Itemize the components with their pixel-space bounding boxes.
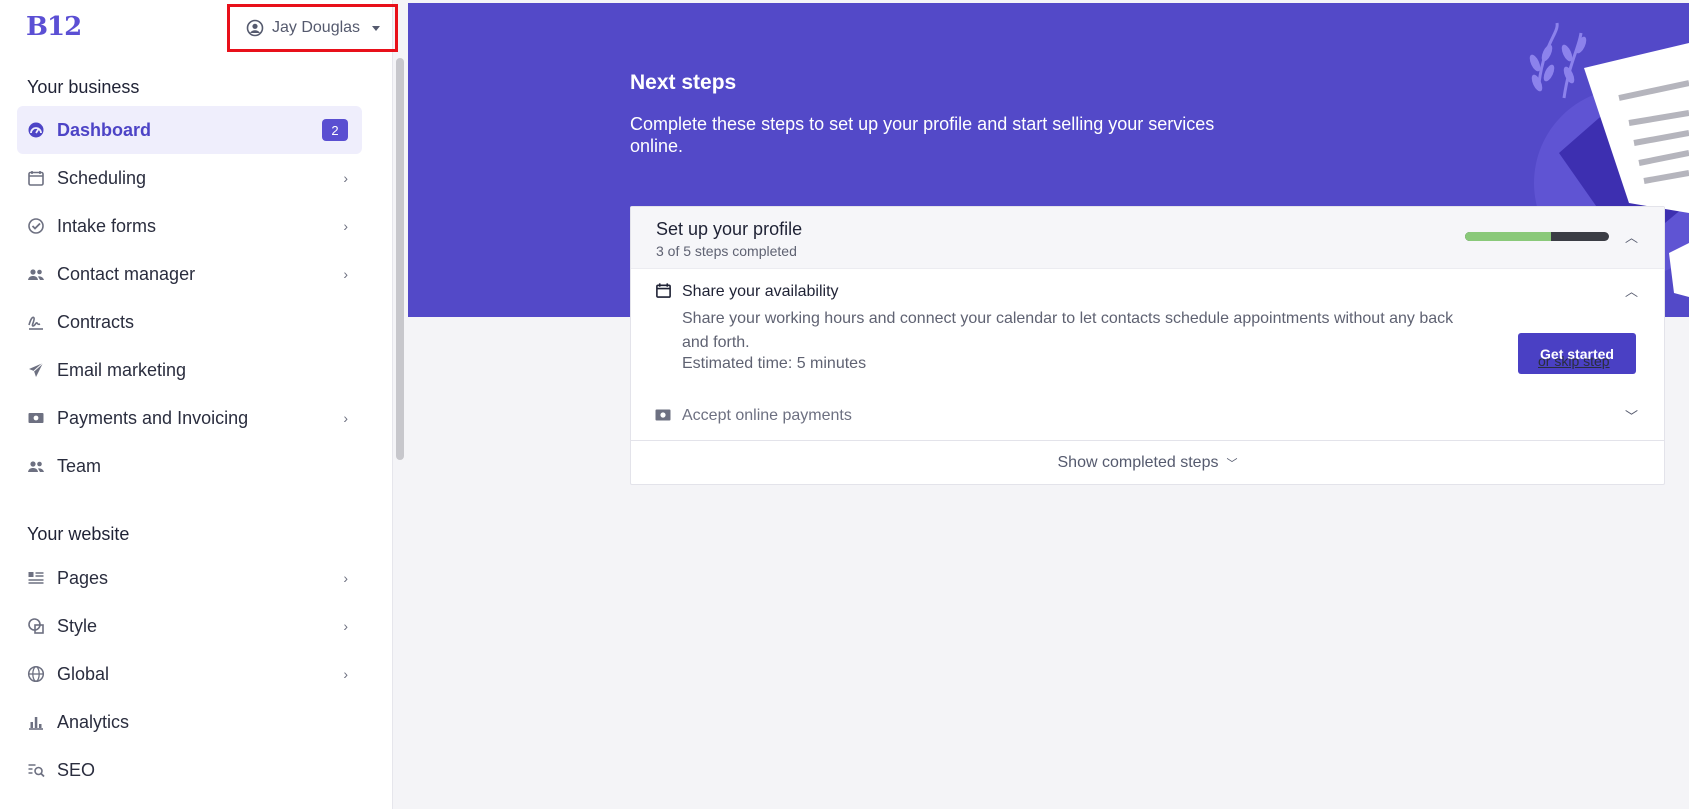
your-business-heading: Your business xyxy=(27,77,140,97)
globe-icon xyxy=(27,665,45,683)
page-subtitle: Complete these steps to set up your prof… xyxy=(630,114,1215,156)
sidebar-item-label: SEO xyxy=(57,759,96,780)
user-name: Jay Douglas xyxy=(272,19,361,36)
sidebar-item-contact-manager[interactable]: Contact manager › xyxy=(17,250,362,298)
paper-plane-icon xyxy=(27,361,45,379)
show-completed-label: Show completed steps xyxy=(1057,454,1219,471)
show-completed-steps-button[interactable]: Show completed steps ﹀ xyxy=(631,440,1664,485)
sidebar-item-label: Intake forms xyxy=(57,215,157,236)
page-title: Next steps xyxy=(630,71,737,94)
check-circle-icon xyxy=(27,217,45,235)
bar-chart-icon xyxy=(27,713,45,731)
sidebar-item-intake-forms[interactable]: Intake forms › xyxy=(17,202,362,250)
setup-profile-header[interactable]: Set up your profile 3 of 5 steps complet… xyxy=(631,207,1664,269)
profile-progress-fill xyxy=(1465,232,1552,241)
setup-profile-card: Set up your profile 3 of 5 steps complet… xyxy=(630,206,1665,485)
sidebar-item-label: Pages xyxy=(57,567,109,588)
chevron-right-icon: › xyxy=(343,666,348,682)
card-title: Set up your profile xyxy=(656,219,803,239)
sidebar-item-label: Analytics xyxy=(57,711,130,732)
sidebar-item-label: Global xyxy=(57,663,110,684)
sidebar-item-analytics[interactable]: Analytics xyxy=(17,698,362,746)
sidebar-item-contracts[interactable]: Contracts xyxy=(17,298,362,346)
sidebar-scrollbar[interactable] xyxy=(396,58,404,460)
sidebar-item-pages[interactable]: Pages › xyxy=(17,554,362,602)
chevron-down-icon: ﹀ xyxy=(1226,458,1238,470)
sidebar-item-label: Contact manager xyxy=(57,263,196,284)
sidebar-item-seo[interactable]: SEO xyxy=(17,746,362,794)
sidebar-item-global[interactable]: Global › xyxy=(17,650,362,698)
sidebar-item-label: Payments and Invoicing xyxy=(57,407,249,428)
sidebar-item-dashboard[interactable]: Dashboard 2 xyxy=(17,106,362,154)
caret-down-icon xyxy=(372,25,381,31)
step-title: Accept online payments xyxy=(682,407,852,424)
sidebar-item-label: Team xyxy=(57,455,102,476)
chevron-right-icon: › xyxy=(343,410,348,426)
chevron-up-icon[interactable]: ︿ xyxy=(1625,281,1638,300)
your-website-heading: Your website xyxy=(27,524,130,544)
step-share-availability: Share your availability ︿ Share your wor… xyxy=(631,269,1664,394)
sidebar-item-label: Style xyxy=(57,615,98,636)
sidebar-item-label: Contracts xyxy=(57,311,135,332)
step-estimate: Estimated time: 5 minutes xyxy=(682,355,867,372)
calendar-icon xyxy=(27,169,45,187)
dashboard-count-badge: 2 xyxy=(322,119,348,141)
chevron-down-icon[interactable]: ﹀ xyxy=(1625,406,1638,425)
user-circle-icon xyxy=(246,19,264,37)
sidebar-item-label: Scheduling xyxy=(57,167,147,188)
team-icon xyxy=(27,457,45,475)
step-title: Share your availability xyxy=(682,283,839,300)
sidebar-item-payments-invoicing[interactable]: Payments and Invoicing › xyxy=(17,394,362,442)
business-nav: Dashboard 2 Scheduling › Intake forms › … xyxy=(17,106,362,490)
chevron-right-icon: › xyxy=(343,218,348,234)
sidebar: B12 Jay Douglas Your business Dashboard … xyxy=(0,0,398,809)
seo-icon xyxy=(27,761,45,779)
user-menu-button[interactable]: Jay Douglas xyxy=(227,4,398,52)
pages-icon xyxy=(27,569,45,587)
website-nav: Pages › Style › Global › Analytics SEO xyxy=(17,554,362,794)
sidebar-item-email-marketing[interactable]: Email marketing xyxy=(17,346,362,394)
people-icon xyxy=(27,265,45,283)
b12-logo[interactable]: B12 xyxy=(26,12,82,42)
sidebar-item-style[interactable]: Style › xyxy=(17,602,362,650)
chevron-right-icon: › xyxy=(343,266,348,282)
steps-completed-text: 3 of 5 steps completed xyxy=(656,243,797,259)
signature-icon xyxy=(27,313,45,331)
sidebar-item-label: Email marketing xyxy=(57,359,187,380)
calendar-icon xyxy=(656,283,671,298)
chevron-right-icon: › xyxy=(343,170,348,186)
money-icon xyxy=(655,409,671,421)
chevron-right-icon: › xyxy=(343,618,348,634)
sidebar-item-team[interactable]: Team xyxy=(17,442,362,490)
dashboard-icon xyxy=(27,121,45,139)
sidebar-item-label: Dashboard xyxy=(57,119,152,140)
money-icon xyxy=(27,409,45,427)
skip-step-link[interactable]: or skip step xyxy=(1538,353,1610,369)
style-icon xyxy=(27,617,45,635)
sidebar-item-scheduling[interactable]: Scheduling › xyxy=(17,154,362,202)
profile-progress-bar xyxy=(1465,232,1609,241)
chevron-up-icon[interactable]: ︿ xyxy=(1625,227,1638,246)
step-description: Share your working hours and connect you… xyxy=(682,310,1454,351)
step-accept-payments[interactable]: Accept online payments ﹀ xyxy=(631,394,1664,435)
chevron-right-icon: › xyxy=(343,570,348,586)
